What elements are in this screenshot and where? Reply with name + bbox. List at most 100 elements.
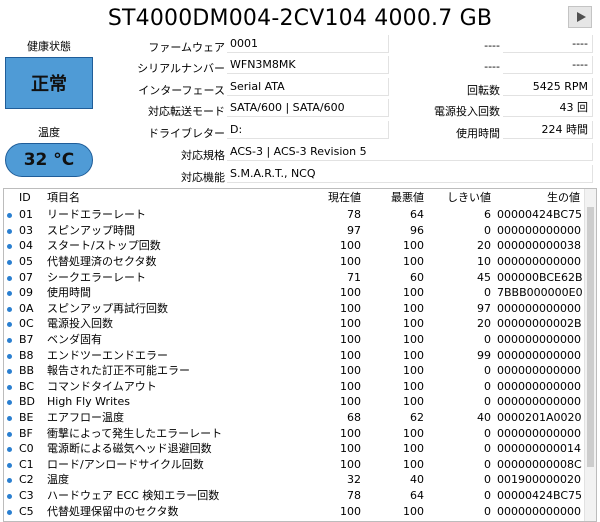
smart-attributes-table[interactable]: ID 項目名 現在値 最悪値 しきい値 生の値 01 リードエラーレート 78 64 6…	[3, 188, 597, 522]
attr-name: ハードウェア ECC 検知エラー回数	[47, 488, 220, 502]
table-row[interactable]: 09 使用時間 100 100 0 7BBB000000E0	[4, 285, 583, 301]
table-header-row: ID 項目名 現在値 最悪値 しきい値 生の値	[4, 189, 583, 207]
attr-name: 電源断による磁気ヘッド退避回数	[47, 442, 212, 456]
attr-id: C5	[19, 504, 34, 518]
attr-name: 報告された訂正不可能エラー	[47, 364, 190, 378]
attr-id: 0A	[19, 301, 34, 315]
attr-raw: 000000000038	[497, 239, 581, 253]
right-second-value: ----	[503, 56, 593, 74]
attr-worst: 100	[403, 239, 424, 253]
attr-name: 衝撃によって発生したエラーレート	[47, 426, 223, 440]
table-row[interactable]: 05 代替処理済のセクタ数 100 100 10 000000000000	[4, 254, 583, 270]
attr-worst: 100	[403, 286, 424, 300]
health-status-button[interactable]: 正常	[5, 57, 93, 109]
features-label: 対応機能	[181, 171, 225, 184]
table-row[interactable]: C1 ロード/アンロードサイクル回数 100 100 0 00000000008C	[4, 457, 583, 473]
attr-current: 100	[340, 317, 361, 331]
table-row[interactable]: 0A スピンアップ再試行回数 100 100 97 000000000000	[4, 301, 583, 317]
header-raw[interactable]: 生の値	[494, 189, 583, 207]
table-row[interactable]: B8 エンドツーエンドエラー 100 100 99 000000000000	[4, 347, 583, 363]
attr-name: リードエラーレート	[47, 208, 146, 222]
table-row[interactable]: 01 リードエラーレート 78 64 6 00000424BC75	[4, 207, 583, 223]
table-row[interactable]: B7 ベンダ固有 100 100 0 000000000000	[4, 332, 583, 348]
right-top-label: ----	[484, 39, 500, 52]
table-row[interactable]: BC コマンドタイムアウト 100 100 0 000000000000	[4, 379, 583, 395]
table-row[interactable]: BB 報告された訂正不可能エラー 100 100 0 000000000000	[4, 363, 583, 379]
drive-title: ST4000DM004-2CV104 4000.7 GB	[107, 6, 493, 31]
table-row[interactable]: BE エアフロー温度 68 62 40 0000201A0020	[4, 410, 583, 426]
status-dot-icon	[7, 322, 12, 328]
attr-worst: 100	[403, 364, 424, 378]
attr-worst: 96	[410, 223, 424, 237]
attr-threshold: 0	[484, 473, 491, 487]
attr-id: C2	[19, 473, 34, 487]
attr-current: 100	[340, 379, 361, 393]
scrollbar-thumb[interactable]	[587, 207, 594, 467]
table-row[interactable]: BD High Fly Writes 100 100 0 000000000000	[4, 394, 583, 410]
attr-current: 100	[340, 239, 361, 253]
attr-current: 78	[347, 208, 361, 222]
table-row[interactable]: 07 シークエラーレート 71 60 45 000000BCE62B	[4, 269, 583, 285]
header-id[interactable]: ID	[16, 189, 44, 207]
right-top-value: ----	[503, 35, 593, 53]
firmware-label: ファームウェア	[148, 41, 225, 54]
firmware-value: 0001	[227, 35, 389, 53]
attr-id: BE	[19, 411, 34, 425]
status-dot-icon	[7, 306, 12, 312]
status-cell	[4, 410, 16, 426]
header-threshold[interactable]: しきい値	[427, 189, 494, 207]
table-row[interactable]: 0C 電源投入回数 100 100 20 00000000002B	[4, 316, 583, 332]
attr-threshold: 0	[484, 286, 491, 300]
status-dot-icon	[7, 416, 12, 422]
attr-id: C1	[19, 457, 34, 471]
table-row[interactable]: BF 衝撃によって発生したエラーレート 100 100 0 000000000000	[4, 425, 583, 441]
attr-id: 05	[19, 255, 33, 269]
table-row[interactable]: 04 スタート/ストップ回数 100 100 20 000000000038	[4, 238, 583, 254]
header-worst[interactable]: 最悪値	[364, 189, 427, 207]
attr-raw: 00000424BC75	[497, 208, 583, 222]
transfer-mode-value: SATA/600 | SATA/600	[227, 99, 389, 117]
attr-id: 03	[19, 223, 33, 237]
table-row[interactable]: C3 ハードウェア ECC 検知エラー回数 78 64 0 00000424BC75	[4, 488, 583, 504]
table-scrollbar[interactable]	[584, 189, 596, 521]
attr-raw: 000000000000	[497, 364, 581, 378]
standard-label: 対応規格	[181, 149, 225, 162]
status-cell	[4, 238, 16, 254]
attr-name: 代替処理済のセクタ数	[47, 255, 157, 269]
status-cell	[4, 379, 16, 395]
temperature-status[interactable]: 32 °C	[5, 143, 93, 177]
table-row[interactable]: C0 電源断による磁気ヘッド退避回数 100 100 0 000000000014	[4, 441, 583, 457]
attr-current: 97	[347, 223, 361, 237]
attr-worst: 100	[403, 255, 424, 269]
table-row[interactable]: 03 スピンアップ時間 97 96 0 000000000000	[4, 223, 583, 239]
attr-worst: 100	[403, 301, 424, 315]
attr-threshold: 0	[484, 457, 491, 471]
temperature-label: 温度	[38, 126, 60, 139]
header-current[interactable]: 現在値	[304, 189, 364, 207]
attr-current: 100	[340, 442, 361, 456]
attr-threshold: 40	[477, 411, 491, 425]
attr-raw: 000000000000	[497, 426, 581, 440]
attr-threshold: 0	[484, 442, 491, 456]
drive-letter-label: ドライブレター	[148, 127, 225, 140]
status-dot-icon	[7, 447, 12, 453]
attr-worst: 100	[403, 348, 424, 362]
attr-threshold: 20	[477, 239, 491, 253]
attr-current: 100	[340, 255, 361, 269]
attr-worst: 100	[403, 317, 424, 331]
attr-worst: 100	[403, 333, 424, 347]
header-name[interactable]: 項目名	[44, 189, 304, 207]
status-cell	[4, 207, 16, 223]
attr-name: スタート/ストップ回数	[47, 239, 161, 253]
attr-current: 100	[340, 286, 361, 300]
attr-raw: 000000000014	[497, 442, 581, 456]
table-row[interactable]: C2 温度 32 40 0 001900000020	[4, 472, 583, 488]
attr-current: 100	[340, 426, 361, 440]
transfer-mode-label: 対応転送モード	[148, 105, 225, 118]
status-dot-icon	[7, 275, 12, 281]
next-drive-button[interactable]	[568, 6, 592, 28]
attr-current: 100	[340, 457, 361, 471]
table-row[interactable]: C5 代替処理保留中のセクタ数 100 100 0 000000000000	[4, 503, 583, 519]
attr-raw: 000000000000	[497, 395, 581, 409]
attr-current: 78	[347, 488, 361, 502]
